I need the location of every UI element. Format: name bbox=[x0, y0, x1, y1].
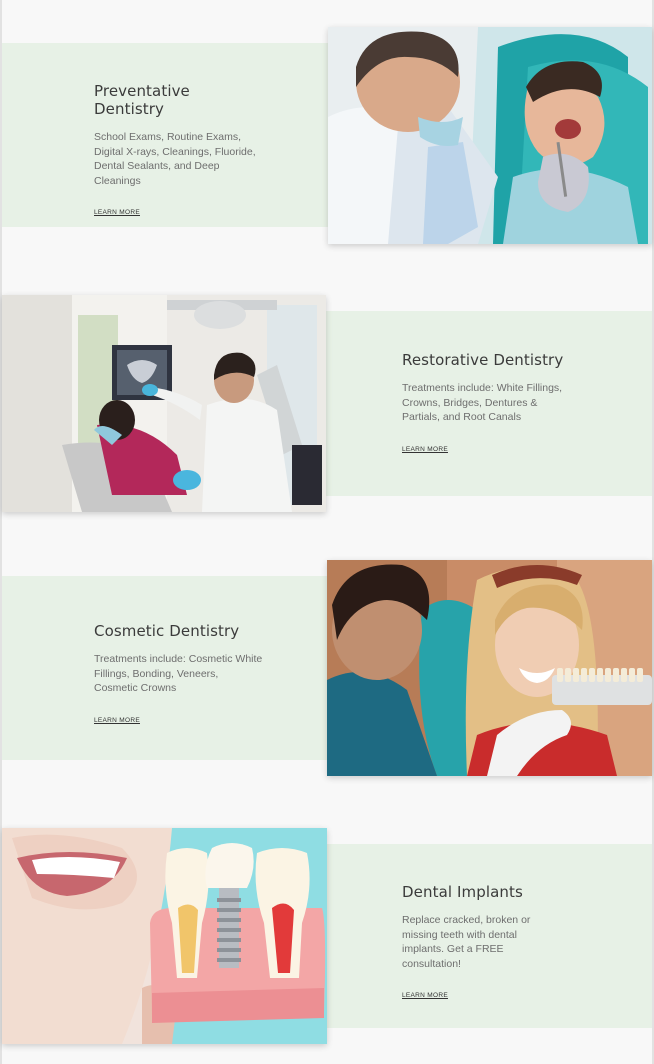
teeth-shade-guide-photo bbox=[327, 560, 652, 776]
learn-more-link[interactable]: LEARN MORE bbox=[94, 717, 140, 724]
dental-implant-model-photo bbox=[2, 828, 327, 1044]
service-text-block: Preventative Dentistry School Exams, Rou… bbox=[94, 82, 264, 219]
dentist-xray-patient-photo bbox=[2, 295, 326, 512]
service-text-block: Cosmetic Dentistry Treatments include: C… bbox=[94, 622, 264, 727]
service-title: Preventative Dentistry bbox=[94, 82, 190, 118]
learn-more-link[interactable]: LEARN MORE bbox=[402, 992, 448, 999]
service-text-block: Dental Implants Replace cracked, broken … bbox=[402, 883, 572, 1002]
service-title: Restorative Dentistry bbox=[402, 351, 564, 369]
service-description: Replace cracked, broken or missing teeth… bbox=[402, 914, 531, 970]
service-text-block: Restorative Dentistry Treatments include… bbox=[402, 351, 572, 456]
service-description: School Exams, Routine Exams, Digital X-r… bbox=[94, 131, 256, 187]
service-title: Dental Implants bbox=[402, 883, 523, 901]
learn-more-link[interactable]: LEARN MORE bbox=[94, 209, 140, 216]
learn-more-link[interactable]: LEARN MORE bbox=[402, 446, 448, 453]
service-title: Cosmetic Dentistry bbox=[94, 622, 240, 640]
dentist-examining-child-photo bbox=[328, 27, 652, 244]
service-description: Treatments include: White Fillings, Crow… bbox=[402, 382, 563, 424]
service-description: Treatments include: Cosmetic White Filli… bbox=[94, 653, 263, 695]
